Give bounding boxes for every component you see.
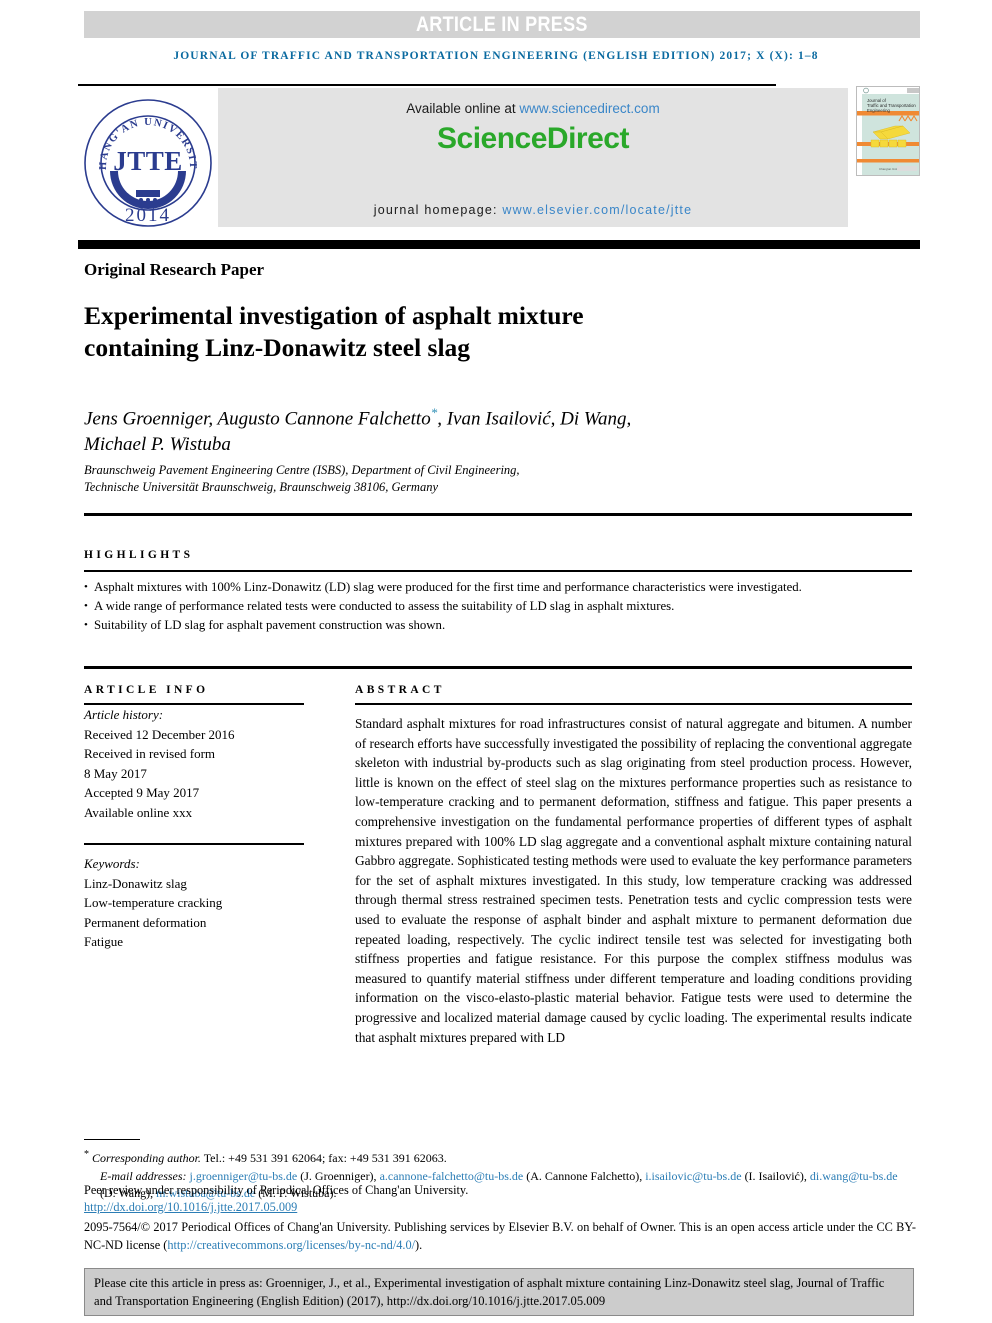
authors-line-1-cont: , Ivan Isailović, Di Wang,	[437, 408, 632, 430]
footnote-rule	[84, 1139, 140, 1141]
abstract-heading: ABSTRACT	[355, 684, 445, 696]
keyword-item: Linz-Donawitz slag	[84, 875, 187, 891]
affiliation-line-1: Braunschweig Pavement Engineering Centre…	[84, 463, 520, 477]
email-link[interactable]: di.wang@tu-bs.de	[810, 1169, 898, 1183]
list-item: Suitability of LD slag for asphalt pavem…	[84, 616, 912, 634]
peer-review-note: Peer review under responsibility of Peri…	[84, 1183, 469, 1197]
available-online-line: Available online at www.sciencedirect.co…	[406, 101, 659, 116]
svg-text:JTTE: JTTE	[113, 146, 183, 176]
journal-running-head: JOURNAL OF TRAFFIC AND TRANSPORTATION EN…	[173, 50, 819, 62]
copyright-block: 2095-7564/© 2017 Periodical Offices of C…	[84, 1218, 916, 1254]
citation-text: Please cite this article in press as: Gr…	[94, 1276, 885, 1308]
keywords-top-rule	[84, 843, 304, 845]
email-link[interactable]: j.groenniger@tu-bs.de	[190, 1169, 298, 1183]
article-in-press-banner: ARTICLE IN PRESS	[84, 11, 920, 38]
affiliation: Braunschweig Pavement Engineering Centre…	[84, 462, 804, 496]
sciencedirect-wordmark: ScienceDirect	[437, 122, 629, 155]
affiliation-line-2: Technische Universität Braunschweig, Bra…	[84, 480, 439, 494]
journal-homepage-prefix: journal homepage:	[373, 203, 503, 217]
keyword-item: Fatigue	[84, 934, 123, 949]
highlights-top-rule	[84, 513, 912, 516]
list-item: Asphalt mixtures with 100% Linz-Donawitz…	[84, 578, 912, 596]
title-line-2: containing Linz-Donawitz steel slag	[84, 333, 471, 362]
masthead: CHANG'AN UNIVERSITY JTTE 2014 Available …	[78, 86, 920, 238]
authors-line-2: Michael P. Wistuba	[84, 434, 231, 456]
available-online-date: Available online xxx	[84, 804, 193, 820]
svg-text:2014: 2014	[125, 205, 171, 226]
email-owner: (I. Isailović),	[741, 1168, 810, 1183]
corresponding-star: *	[84, 1149, 89, 1160]
available-online-prefix: Available online at	[406, 101, 520, 116]
highlights-under-rule	[84, 570, 912, 572]
author-list: Jens Groenniger, Augusto Cannone Falchet…	[84, 400, 804, 458]
corresponding-author-contact: Tel.: +49 531 391 62064; fax: +49 531 39…	[200, 1151, 447, 1165]
email-addresses-label: E-mail addresses:	[100, 1168, 190, 1183]
received-date: Received 12 December 2016	[84, 726, 235, 742]
journal-homepage-link[interactable]: www.elsevier.com/locate/jtte	[502, 203, 692, 217]
email-owner: (J. Groenniger),	[297, 1168, 380, 1183]
revised-label: Received in revised form	[84, 746, 216, 761]
license-link[interactable]: http://creativecommons.org/licenses/by-n…	[167, 1238, 415, 1252]
sciencedirect-url-link[interactable]: www.sciencedirect.com	[519, 101, 659, 116]
article-history-label: Article history:	[84, 707, 164, 722]
article-type-label: Original Research Paper	[84, 260, 265, 279]
list-item: A wide range of performance related test…	[84, 597, 912, 615]
abstract-body: Standard asphalt mixtures for road infra…	[355, 716, 912, 1045]
article-info-heading: ARTICLE INFO	[84, 684, 209, 696]
title-line-1: Experimental investigation of asphalt mi…	[84, 301, 584, 330]
revised-date: 8 May 2017	[84, 765, 147, 781]
abstract-under-rule	[355, 703, 912, 705]
email-link[interactable]: i.isailovic@tu-bs.de	[645, 1169, 741, 1183]
authors-line-1: Jens Groenniger, Augusto Cannone Falchet…	[84, 408, 431, 430]
email-owner: (A. Cannone Falchetto),	[523, 1168, 646, 1183]
copyright-text-part-2: ).	[415, 1238, 423, 1252]
header-thick-rule	[78, 240, 920, 249]
corresponding-author-note: * Corresponding author. Tel.: +49 531 39…	[84, 1146, 914, 1168]
keyword-item: Permanent deformation	[84, 914, 207, 930]
article-in-press-label: ARTICLE IN PRESS	[416, 12, 588, 36]
info-top-rule	[84, 666, 912, 669]
paper-page: ARTICLE IN PRESS JOURNAL OF TRAFFIC AND …	[0, 0, 992, 1323]
article-info-column: Article history: Received 12 December 20…	[84, 705, 299, 822]
jtte-seal-icon: CHANG'AN UNIVERSITY JTTE 2014	[82, 97, 212, 227]
highlights-heading: HIGHLIGHTS	[84, 549, 194, 561]
keyword-item: Low-temperature cracking	[84, 895, 223, 910]
sciencedirect-banner: Available online at www.sciencedirect.co…	[218, 88, 848, 227]
journal-homepage-line: journal homepage: www.elsevier.com/locat…	[374, 203, 693, 217]
accepted-date: Accepted 9 May 2017	[84, 785, 200, 800]
corresponding-author-label: Corresponding author.	[92, 1151, 201, 1165]
journal-cover-thumbnail: Journal of Traffic and Transportation En…	[856, 86, 920, 176]
journal-cover-image: Journal of Traffic and Transportation En…	[857, 87, 919, 175]
doi-link[interactable]: http://dx.doi.org/10.1016/j.jtte.2017.05…	[84, 1200, 297, 1215]
citation-box: Please cite this article in press as: Gr…	[84, 1268, 914, 1316]
email-link[interactable]: a.cannone-falchetto@tu-bs.de	[380, 1169, 524, 1183]
keywords-label: Keywords:	[84, 856, 140, 871]
highlights-list: Asphalt mixtures with 100% Linz-Donawitz…	[84, 578, 912, 635]
svg-text:Engineering: Engineering	[867, 108, 891, 113]
masthead-top-rule	[78, 84, 776, 86]
page-title: Experimental investigation of asphalt mi…	[84, 300, 764, 364]
keywords-block: Keywords: Linz-Donawitz slag Low-tempera…	[84, 854, 299, 952]
jtte-logo: CHANG'AN UNIVERSITY JTTE 2014	[78, 88, 218, 238]
